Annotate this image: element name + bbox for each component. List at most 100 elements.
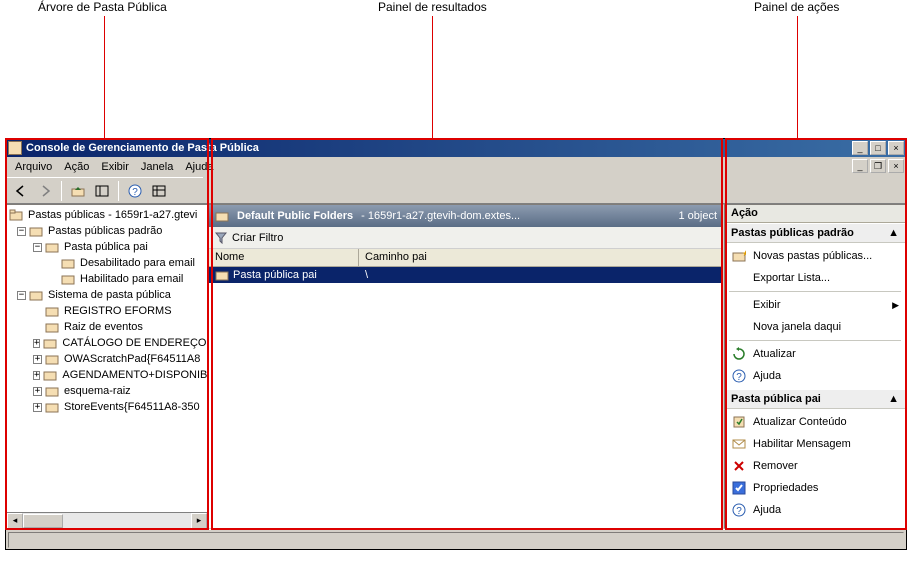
actions-pane: Ação Pastas públicas padrão ▲ ★ Novas pa… bbox=[724, 204, 906, 529]
callout-results-label: Painel de resultados bbox=[378, 0, 487, 14]
folder-icon bbox=[9, 209, 23, 221]
action-help[interactable]: ? Ajuda bbox=[725, 365, 905, 387]
help-icon: ? bbox=[731, 368, 747, 384]
app-icon bbox=[8, 141, 22, 155]
callouts: Árvore de Pasta Pública Painel de result… bbox=[0, 0, 912, 138]
help-icon: ? bbox=[128, 184, 142, 198]
action-update-content[interactable]: Atualizar Conteúdo bbox=[725, 411, 905, 433]
child-close-button[interactable]: × bbox=[888, 159, 904, 173]
maximize-button[interactable]: □ bbox=[870, 141, 886, 155]
scroll-left-button[interactable]: ◂ bbox=[7, 513, 23, 529]
close-button[interactable]: × bbox=[888, 141, 904, 155]
scroll-track[interactable] bbox=[23, 513, 191, 529]
tree-root[interactable]: Pastas públicas - 1659r1-a27.gtevi bbox=[7, 207, 207, 223]
child-restore-button[interactable]: ❐ bbox=[870, 159, 886, 173]
tree-horizontal-scrollbar[interactable]: ◂ ▸ bbox=[7, 512, 207, 528]
action-help-label: Ajuda bbox=[753, 370, 781, 382]
results-header: Default Public Folders - 1659r1-a27.gtev… bbox=[209, 205, 723, 227]
column-name-header[interactable]: Nome bbox=[209, 249, 359, 266]
collapse-icon[interactable]: − bbox=[17, 227, 26, 236]
tree-root-label: Pastas públicas - 1659r1-a27.gtevi bbox=[26, 209, 199, 221]
action-enable-message-label: Habilitar Mensagem bbox=[753, 438, 851, 450]
tree-parent-folder[interactable]: − Pasta pública pai bbox=[7, 239, 207, 255]
view-list-icon bbox=[152, 185, 166, 197]
action-export-list[interactable]: Exportar Lista... bbox=[725, 267, 905, 289]
tree-address-label: CATÁLOGO DE ENDEREÇO bbox=[60, 337, 207, 349]
action-remove-label: Remover bbox=[753, 460, 798, 472]
expand-icon[interactable]: + bbox=[33, 355, 42, 364]
expand-icon[interactable]: + bbox=[33, 387, 42, 396]
tree-owascratch[interactable]: + OWAScratchPad{F64511A8 bbox=[7, 351, 207, 367]
table-row[interactable]: Pasta pública pai \ bbox=[209, 267, 723, 283]
expand-icon[interactable]: + bbox=[33, 371, 40, 380]
tree-parent-label: Pasta pública pai bbox=[62, 241, 150, 253]
tree-eforms-label: REGISTRO EFORMS bbox=[62, 305, 174, 317]
results-body[interactable]: Pasta pública pai \ bbox=[209, 267, 723, 528]
action-help2[interactable]: ? Ajuda bbox=[725, 499, 905, 521]
menu-acao[interactable]: Ação bbox=[59, 159, 94, 175]
tree-owascratch-label: OWAScratchPad{F64511A8 bbox=[62, 353, 202, 365]
create-filter-row[interactable]: Criar Filtro bbox=[209, 227, 723, 249]
tree-events-root[interactable]: Raiz de eventos bbox=[7, 319, 207, 335]
tree-schema-root[interactable]: + esquema-raiz bbox=[7, 383, 207, 399]
toolbar-separator bbox=[118, 181, 119, 201]
nav-forward-button[interactable] bbox=[34, 180, 56, 202]
tree-eforms[interactable]: REGISTRO EFORMS bbox=[7, 303, 207, 319]
action-properties-label: Propriedades bbox=[753, 482, 818, 494]
tree-schema-label: esquema-raiz bbox=[62, 385, 133, 397]
tree-store-events-label: StoreEvents{F64511A8-350 bbox=[62, 401, 202, 413]
svg-text:?: ? bbox=[736, 372, 742, 383]
chevron-up-icon: ▲ bbox=[888, 393, 899, 405]
action-help2-label: Ajuda bbox=[753, 504, 781, 516]
nav-back-button[interactable] bbox=[10, 180, 32, 202]
cell-parent-path: \ bbox=[359, 269, 723, 281]
action-refresh[interactable]: Atualizar bbox=[725, 343, 905, 365]
collapse-icon[interactable]: − bbox=[33, 243, 42, 252]
tree-mail-enabled[interactable]: Habilitado para email bbox=[7, 271, 207, 287]
action-properties[interactable]: Propriedades bbox=[725, 477, 905, 499]
arrow-right-icon bbox=[39, 185, 51, 197]
tree-default-folders[interactable]: − Pastas públicas padrão bbox=[7, 223, 207, 239]
blank-icon bbox=[731, 319, 747, 335]
menu-janela[interactable]: Janela bbox=[136, 159, 178, 175]
action-view[interactable]: Exibir ▶ bbox=[725, 294, 905, 316]
up-folder-button[interactable] bbox=[67, 180, 89, 202]
tree-events-root-label: Raiz de eventos bbox=[62, 321, 145, 333]
child-minimize-button[interactable]: _ bbox=[852, 159, 868, 173]
tree-scheduling[interactable]: + AGENDAMENTO+DISPONIB bbox=[7, 367, 207, 383]
menu-exibir[interactable]: Exibir bbox=[96, 159, 134, 175]
actions-section2-list: Atualizar Conteúdo Habilitar Mensagem Re… bbox=[725, 409, 905, 523]
actions-section2-title: Pasta pública pai bbox=[731, 393, 821, 405]
scroll-thumb[interactable] bbox=[23, 514, 63, 528]
folder-new-icon: ★ bbox=[731, 248, 747, 264]
folder-icon bbox=[45, 321, 59, 333]
actions-section2-header[interactable]: Pasta pública pai ▲ bbox=[725, 389, 905, 409]
tree-address-catalog[interactable]: + CATÁLOGO DE ENDEREÇO bbox=[7, 335, 207, 351]
tree-store-events[interactable]: + StoreEvents{F64511A8-350 bbox=[7, 399, 207, 415]
actions-section1-header[interactable]: Pastas públicas padrão ▲ bbox=[725, 223, 905, 243]
titlebar[interactable]: Console de Gerenciamento de Pasta Públic… bbox=[6, 139, 906, 157]
column-parent-path-header[interactable]: Caminho pai bbox=[359, 249, 723, 266]
collapse-icon[interactable]: − bbox=[17, 291, 26, 300]
expand-icon[interactable]: + bbox=[33, 339, 40, 348]
tree-mail-disabled[interactable]: Desabilitado para email bbox=[7, 255, 207, 271]
expand-icon[interactable]: + bbox=[33, 403, 42, 412]
action-enable-message[interactable]: Habilitar Mensagem bbox=[725, 433, 905, 455]
results-header-title: Default Public Folders bbox=[237, 210, 353, 222]
scroll-right-button[interactable]: ▸ bbox=[191, 513, 207, 529]
help-button[interactable]: ? bbox=[124, 180, 146, 202]
action-remove[interactable]: Remover bbox=[725, 455, 905, 477]
action-new-public-folders[interactable]: ★ Novas pastas públicas... bbox=[725, 245, 905, 267]
tree-system-folder[interactable]: − Sistema de pasta pública bbox=[7, 287, 207, 303]
action-new-window[interactable]: Nova janela daqui bbox=[725, 316, 905, 338]
folder-icon bbox=[29, 225, 43, 237]
view-mode-button[interactable] bbox=[148, 180, 170, 202]
delete-icon bbox=[731, 458, 747, 474]
minimize-button[interactable]: _ bbox=[852, 141, 868, 155]
toolbar-separator bbox=[61, 181, 62, 201]
results-header-count: 1 object bbox=[678, 210, 717, 222]
public-folder-tree[interactable]: Pastas públicas - 1659r1-a27.gtevi − Pas… bbox=[7, 205, 207, 512]
menu-exibir-label: Exibir bbox=[101, 161, 129, 173]
show-hide-tree-button[interactable] bbox=[91, 180, 113, 202]
menu-arquivo[interactable]: Arquivo bbox=[10, 159, 57, 175]
